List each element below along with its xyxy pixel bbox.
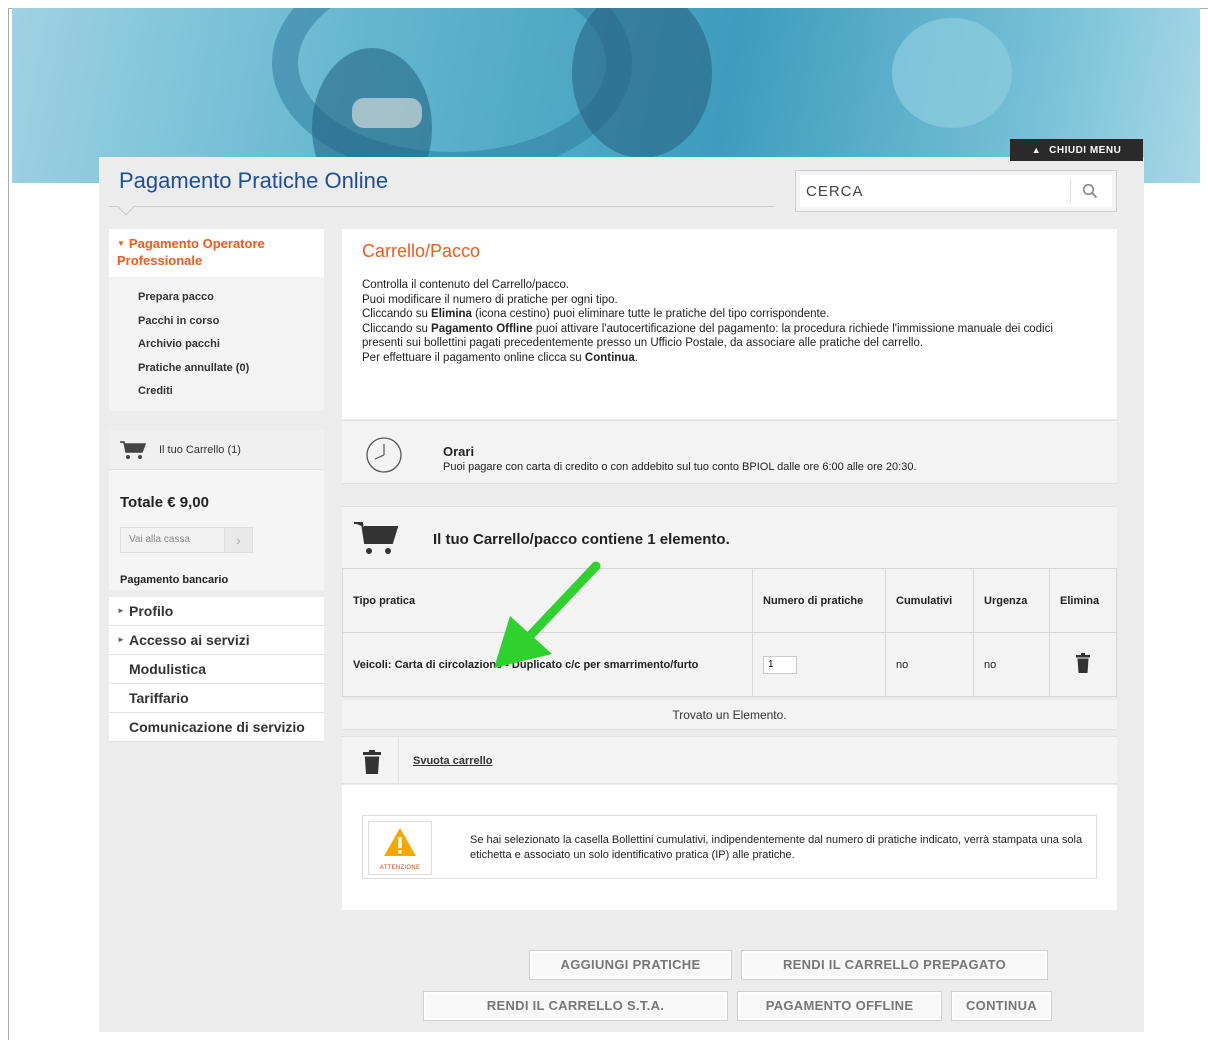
sidebar-item-pacchi-in-corso[interactable]: Pacchi in corso [138,313,249,337]
bank-payment-label[interactable]: Pagamento bancario [120,574,228,586]
sidebar-cart-link[interactable]: Il tuo Carrello (1) [109,430,324,470]
checkout-label: Vai alla cassa [129,534,190,545]
expand-triangle-icon: ▼ [117,239,125,248]
sidebar-link-profilo[interactable]: ► Profilo [109,597,324,626]
sidebar-nav: ▼ Pagamento Operatore Professionale Prepa… [109,229,324,411]
sidebar-link-comunicazione[interactable]: Comunicazione di servizio [109,713,324,742]
search-icon [1082,183,1097,199]
intro-panel: Carrello/Pacco Controlla il contenuto de… [342,229,1117,419]
cell-elimina [1049,632,1117,697]
checkout-button[interactable]: Vai alla cassa › [120,527,253,553]
search-input[interactable] [806,179,1066,203]
cell-urgenza: no [973,632,1050,697]
search-box [795,170,1117,212]
chevron-right-icon: › [224,528,252,552]
found-count: Trovato un Elemento. [342,700,1117,730]
col-numero-pratiche: Numero di pratiche [752,568,886,633]
cart-icon [120,440,147,459]
cell-cumulativi: no [885,632,974,697]
prepaid-cart-button[interactable]: RENDI IL CARRELLO PREPAGATO [741,950,1048,980]
sidebar-item-archivio-pacchi[interactable]: Archivio pacchi [138,336,249,360]
search-button[interactable] [1070,179,1108,203]
trash-icon[interactable] [1076,653,1090,673]
sta-cart-button[interactable]: RENDI IL CARRELLO S.T.A. [423,991,728,1021]
warning-icon [384,828,416,856]
chevron-right-icon: ► [117,606,125,615]
sidebar-section-title[interactable]: ▼ Pagamento Operatore Professionale [109,229,324,277]
warning-icon-box: ATTENZIONE [368,821,432,875]
sidebar-link-accesso-servizi[interactable]: ► Accesso ai servizi [109,626,324,655]
cell-numero [752,632,886,697]
offline-payment-button[interactable]: PAGAMENTO OFFLINE [737,991,942,1021]
intro-text: Controlla il contenuto del Carrello/pacc… [362,279,1053,364]
warning-box: ATTENZIONE Se hai selezionato la casella… [362,815,1097,879]
hours-panel: Orari Puoi pagare con carta di credito o… [342,420,1117,484]
warning-panel: ATTENZIONE Se hai selezionato la casella… [342,785,1117,910]
clock-icon [366,437,402,473]
page-title: Carrello/Pacco [362,241,481,261]
close-menu-label: CHIUDI MENU [1049,144,1122,156]
green-arrow-annotation [494,561,601,668]
sidebar-links: ► Profilo ► Accesso ai servizi Modulistica… [109,597,324,742]
sidebar-item-prepara-pacco[interactable]: Prepara pacco [138,289,249,313]
hours-text: Puoi pagare con carta di credito o con a… [443,461,917,473]
col-urgenza: Urgenza [973,568,1050,633]
warning-icon-label: ATTENZIONE [379,865,421,871]
site-title: Pagamento Pratiche Online [119,168,389,193]
chevron-right-icon: ► [117,635,125,644]
col-elimina: Elimina [1049,568,1117,633]
cart-table: Tipo pratica Numero di pratiche Cumulati… [342,568,1117,697]
title-divider [109,206,774,207]
sidebar-item-crediti[interactable]: Crediti [138,383,249,407]
cart-icon [354,522,399,554]
sidebar-link-tariffario[interactable]: Tariffario [109,684,324,713]
sidebar-item-pratiche-annullate[interactable]: Pratiche annullate (0) [138,360,249,384]
empty-cart-link[interactable]: Svuota carrello [413,755,492,767]
cart-message: Il tuo Carrello/pacco contiene 1 element… [433,531,730,548]
table-row: Veicoli: Carta di circolazione - Duplica… [342,632,1117,697]
continue-button[interactable]: CONTINUA [951,991,1052,1021]
warning-text: Se hai selezionato la casella Bollettini… [470,834,1083,861]
cart-total: Totale € 9,00 [120,494,209,511]
quantity-input[interactable] [763,655,797,674]
cart-summary: Il tuo Carrello/pacco contiene 1 element… [342,506,1117,568]
trash-icon [363,750,381,774]
add-practices-button[interactable]: AGGIUNGI PRATICHE [529,950,732,980]
close-menu-button[interactable]: ▲ CHIUDI MENU [1010,139,1143,161]
chevron-up-icon: ▲ [1031,145,1042,155]
empty-cart-bar: Svuota carrello [342,736,1117,785]
cart-label: Il tuo Carrello (1) [159,443,241,456]
table-header-row: Tipo pratica Numero di pratiche Cumulati… [342,568,1117,633]
sidebar-link-modulistica[interactable]: Modulistica [109,655,324,684]
hours-title: Orari [443,444,475,459]
sidebar-cart: Il tuo Carrello (1) Totale € 9,00 Vai al… [109,430,324,590]
col-cumulativi: Cumulativi [885,568,974,633]
